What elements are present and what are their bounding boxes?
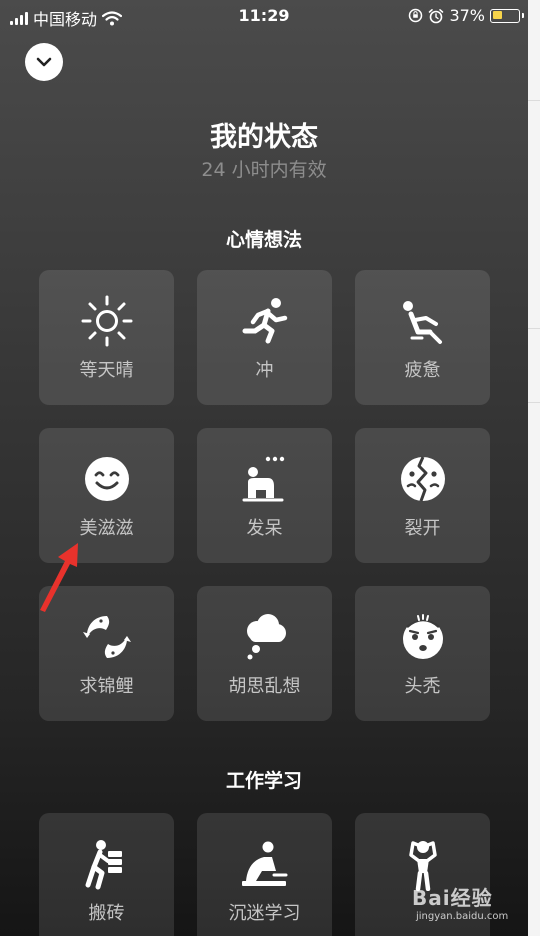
strip-divider — [528, 402, 540, 403]
battery-percent: 37% — [449, 6, 485, 25]
status-tile-label: 求锦鲤 — [79, 676, 134, 697]
status-bar: 中国移动 11:29 37% — [0, 0, 528, 32]
cracked-face-icon — [400, 456, 445, 502]
sun-icon — [81, 295, 132, 347]
tired-reclining-icon — [402, 301, 442, 344]
status-tile-label: 胡思乱想 — [228, 676, 301, 697]
status-tile-overthinking[interactable]: 胡思乱想 — [197, 586, 332, 721]
section-title-mood: 心情想法 — [225, 229, 302, 251]
baidu-jingyan-watermark: Bai经验 jingyan.baidu.com — [412, 882, 508, 922]
status-tile-bald[interactable]: 头秃 — [355, 586, 490, 721]
watermark-logo-text: Bai经验 — [412, 886, 493, 910]
status-tile-daydream[interactable]: 发呆 — [197, 428, 332, 563]
page-title: 我的状态 — [210, 122, 318, 153]
section-title-work-study: 工作学习 — [225, 770, 302, 792]
status-tile-cracked[interactable]: 裂开 — [355, 428, 490, 563]
daydream-icon — [242, 456, 284, 502]
koi-fish-icon — [82, 616, 131, 658]
status-tile-label: 裂开 — [404, 518, 441, 539]
thought-cloud-icon — [246, 614, 286, 660]
smile-face-icon — [84, 457, 129, 501]
running-icon — [242, 298, 287, 344]
alarm-icon — [429, 8, 444, 23]
strip-divider — [528, 328, 540, 329]
carrying-bricks-icon — [85, 840, 122, 890]
studying-icon — [241, 841, 287, 886]
status-tile-label: 等天晴 — [79, 360, 134, 381]
collapse-button[interactable] — [25, 43, 63, 81]
chevron-down-icon — [36, 57, 52, 67]
background-page-strip — [528, 0, 540, 936]
status-tile-waiting-sunny[interactable]: 等天晴 — [39, 270, 174, 405]
status-tile-rush[interactable]: 冲 — [197, 270, 332, 405]
status-tile-label: 发呆 — [246, 518, 283, 539]
bald-head-icon — [402, 614, 443, 659]
status-tile-studying[interactable]: 沉迷学习 — [197, 813, 332, 936]
strip-divider — [528, 100, 540, 101]
status-tile-label: 疲惫 — [404, 360, 441, 381]
battery-icon — [490, 8, 524, 23]
page-subtitle: 24 小时内有效 — [201, 159, 327, 181]
orientation-lock-icon — [409, 8, 423, 23]
status-tile-label: 沉迷学习 — [228, 903, 301, 924]
status-tile-label: 冲 — [255, 360, 274, 381]
status-tile-label: 头秃 — [404, 676, 441, 697]
status-tile-tired[interactable]: 疲惫 — [355, 270, 490, 405]
watermark-url: jingyan.baidu.com — [416, 911, 509, 922]
status-tile-label: 搬砖 — [88, 903, 125, 924]
status-panel: 中国移动 11:29 37% 我的状态 24 小时内有效 心情想法 等天晴 冲 … — [0, 0, 528, 936]
red-arrow-annotation — [40, 543, 78, 612]
status-tile-label: 美滋滋 — [79, 518, 134, 539]
status-tile-carrying-bricks[interactable]: 搬砖 — [39, 813, 174, 936]
